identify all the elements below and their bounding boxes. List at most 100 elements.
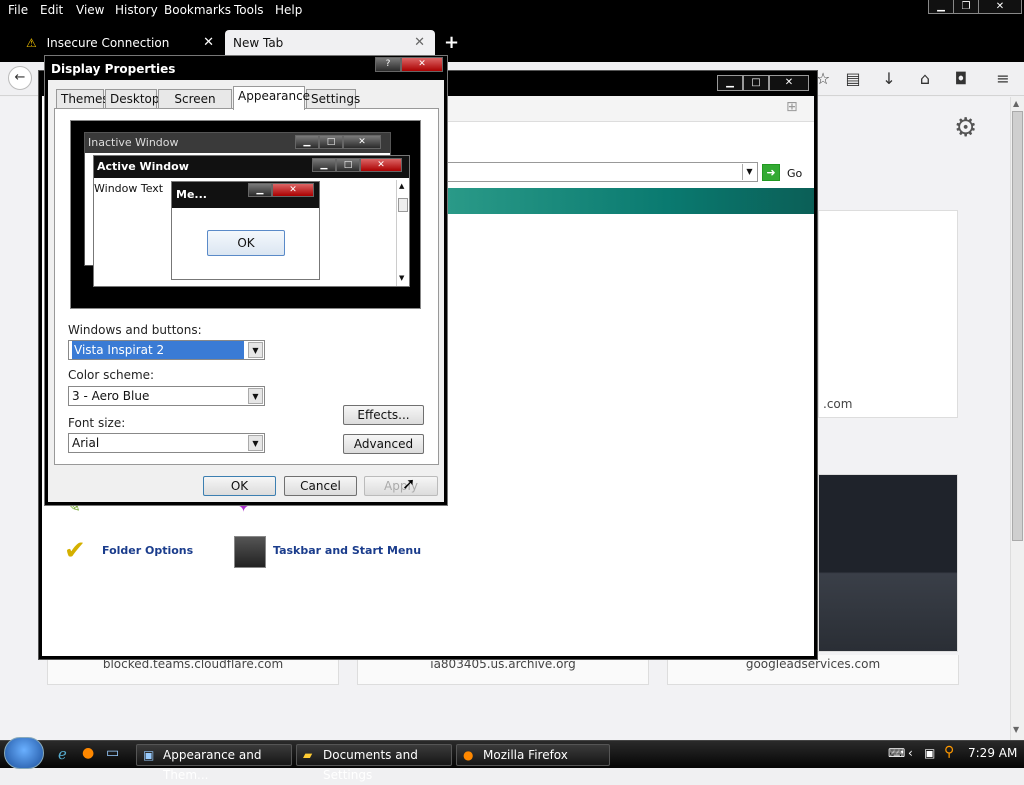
scroll-down-icon: ▼ [399,274,405,282]
clock[interactable]: 7:29 AM [968,746,1017,760]
warning-icon: ⚠ [26,36,37,50]
menu-history[interactable]: History [115,3,158,17]
scroll-up-icon[interactable]: ▲ [1013,99,1019,108]
folder-options-icon[interactable]: ✔ [64,536,96,568]
menu-help[interactable]: Help [275,3,302,17]
font-size-select[interactable]: Arial ▼ [68,433,265,453]
download-icon[interactable]: ↓ [878,69,900,88]
cp-maximize-button[interactable]: □ [743,75,769,91]
back-icon[interactable]: ← [8,66,32,90]
preview-ok-button: OK [207,230,285,256]
pocket-icon[interactable]: ◘ [950,69,972,88]
preview-maximize-icon: □ [319,135,343,149]
color-scheme-select[interactable]: 3 - Aero Blue ▼ [68,386,265,406]
menu-tools[interactable]: Tools [234,3,264,17]
restore-button[interactable]: ❐ [953,0,979,14]
menu-edit[interactable]: Edit [40,3,63,17]
preview-message-box: Me... ▁ ✕ OK [171,181,320,280]
menu-file[interactable]: File [8,3,28,17]
preview-window-text: Window Text [94,182,164,195]
home-icon[interactable]: ⌂ [914,69,936,88]
help-button[interactable]: ? [375,57,401,72]
menu-bookmarks[interactable]: Bookmarks [164,3,231,17]
preview-minimize-icon: ▁ [312,158,336,172]
folder-options-link[interactable]: Folder Options [102,544,193,557]
taskbar-item-label: Appearance and Them... [163,748,262,782]
close-tab-icon[interactable]: ✕ [414,30,425,56]
chevron-down-icon[interactable]: ▼ [248,435,263,451]
cp-address-input[interactable]: ▼ [446,162,758,182]
settings-gear-icon[interactable]: ⚙ [954,113,977,143]
network-icon[interactable]: ▣ [924,746,935,760]
appearance-preview: Inactive Window ▁ □ ✕ Active Window ▁ □ … [70,120,421,309]
ie-icon[interactable]: ℯ [58,745,67,763]
tile-label: .com [823,397,853,411]
windows-buttons-value: Vista Inspirat 2 [72,341,244,359]
top-site-tile[interactable]: .com [818,210,958,418]
taskbar-item-label: Mozilla Firefox [483,748,568,762]
advanced-button[interactable]: Advanced [343,434,424,454]
keyboard-icon[interactable]: ⌨ [888,746,905,760]
preview-scrollbar: ▲ ▼ [396,180,408,286]
font-size-value: Arial [72,436,100,450]
cp-minimize-button[interactable]: ▁ [717,75,743,91]
taskbar-appearance[interactable]: ▣ Appearance and Them... [136,744,292,782]
preview-close-icon: ✕ [360,158,402,172]
scroll-up-icon: ▲ [399,182,405,190]
tab-themes[interactable]: Themes [56,89,109,109]
tab-screen-saver[interactable]: Screen Saver [158,89,232,124]
tray-expand-icon[interactable]: ‹ [908,746,913,760]
tab-desktop[interactable]: Desktop [105,89,160,109]
chevron-down-icon[interactable]: ▼ [742,164,756,180]
minimize-button[interactable]: ▁ [928,0,954,14]
color-scheme-value: 3 - Aero Blue [72,389,150,403]
apply-button[interactable]: Apply [364,476,438,496]
reading-list-icon[interactable]: ▤ [842,69,864,88]
cancel-button[interactable]: Cancel [284,476,357,496]
new-tab-icon[interactable]: + [444,32,459,53]
tab-appearance[interactable]: Appearance [233,86,310,110]
color-scheme-label: Color scheme: [68,368,155,382]
show-desktop-icon[interactable]: ▭ [106,745,119,761]
taskbar-start-menu-link[interactable]: Taskbar and Start Menu [273,544,421,557]
hamburger-menu-icon[interactable]: ≡ [992,69,1014,88]
control-panel-icon: ▣ [143,748,155,762]
cp-close-button[interactable]: ✕ [769,75,809,91]
windows-buttons-select[interactable]: Vista Inspirat 2 ▼ [68,340,265,360]
page-scrollbar[interactable]: ▲ ▼ [1010,97,1024,740]
start-button-icon[interactable] [4,737,44,769]
font-size-label: Font size: [68,416,126,430]
tile-thumbnail[interactable] [818,474,958,652]
scrollbar-thumb[interactable] [1012,111,1023,541]
windows-logo-icon: ⊞ [786,99,798,115]
chevron-down-icon[interactable]: ▼ [248,388,263,404]
dialog-close-button[interactable]: ✕ [401,57,443,72]
taskbar-item-label: Documents and Settings [323,748,418,782]
firefox-icon[interactable]: ● [82,745,94,761]
close-window-button[interactable]: ✕ [978,0,1022,14]
taskbar: ℯ ● ▭ ▣ Appearance and Them... ▰ Documen… [0,737,1024,782]
search-icon[interactable]: ⚲ [944,744,954,760]
close-tab-icon[interactable]: ✕ [203,30,214,56]
firefox-icon: ● [463,748,474,762]
tab-title: Insecure Connection [46,36,170,50]
tab-settings[interactable]: Settings [306,89,360,109]
taskbar-documents[interactable]: ▰ Documents and Settings [296,744,452,782]
preview-close-icon: ✕ [272,183,314,197]
menu-bar: File Edit View History Bookmarks Tools H… [0,0,1024,22]
preview-minimize-icon: ▁ [248,183,272,197]
tab-title: New Tab [233,36,284,50]
menu-view[interactable]: View [76,3,104,17]
preview-close-icon: ✕ [343,135,381,149]
taskbar-firefox[interactable]: ● Mozilla Firefox [456,744,610,766]
ok-button[interactable]: OK [203,476,276,496]
folder-icon: ▰ [303,748,313,762]
windows-buttons-label: Windows and buttons: [68,323,202,337]
scroll-down-icon[interactable]: ▼ [1013,725,1019,734]
effects-button[interactable]: Effects... [343,405,424,425]
chevron-down-icon[interactable]: ▼ [248,342,263,358]
taskbar-icon[interactable] [234,536,266,568]
cp-toolbar: ⊞ [446,96,814,122]
go-arrow-icon[interactable]: ➜ [762,164,780,181]
go-button[interactable]: Go [787,167,802,180]
